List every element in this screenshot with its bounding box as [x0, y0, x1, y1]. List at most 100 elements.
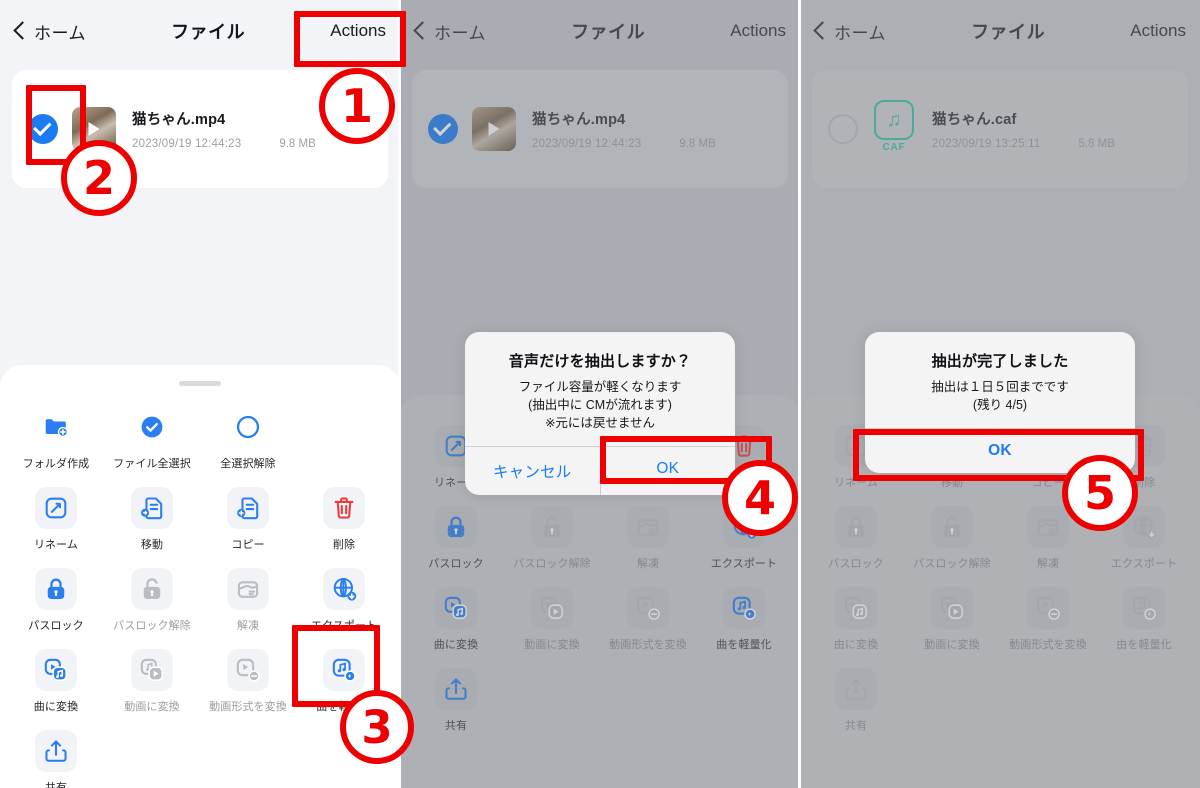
file-row-panel3[interactable]: ♫ CAF 猫ちゃん.caf 2023/09/19 13:25:11 5.8 M…: [812, 70, 1188, 188]
dialog-title-panel2: 音声だけを抽出しますか？: [508, 353, 692, 370]
file-meta-panel2: 猫ちゃん.mp4 2023/09/19 12:44:23 9.8 MB: [532, 108, 772, 150]
music-note-icon: ♫: [886, 109, 902, 131]
action-folder-add-panel1[interactable]: フォルダ作成: [8, 400, 104, 475]
page-title-panel2: ファイル: [571, 22, 646, 42]
action-label: エクスポート: [1110, 558, 1178, 570]
action-label: 解凍: [1036, 558, 1060, 570]
action-label: リネーム: [33, 539, 79, 551]
action-convert-to-audio-panel2[interactable]: 曲に変換: [408, 581, 504, 656]
grid-spacer: [296, 400, 392, 475]
action-label: エクスポート: [710, 558, 778, 570]
annotation-marker-1: 1: [319, 68, 395, 144]
back-button-panel2[interactable]: ホーム: [414, 19, 486, 44]
share-icon: [435, 668, 477, 710]
play-icon: [488, 122, 500, 136]
file-checkbox-panel3[interactable]: [828, 114, 858, 144]
back-label: ホーム: [834, 23, 886, 43]
action-lock-panel2[interactable]: パスロック: [408, 500, 504, 575]
action-label: 全選択解除: [220, 458, 276, 470]
convert-video-format-icon: [227, 649, 269, 691]
action-label: 共有: [44, 782, 68, 788]
file-date-panel3: 2023/09/19 13:25:11: [932, 138, 1041, 150]
page-title-panel1: ファイル: [171, 22, 246, 42]
file-name-panel3: 猫ちゃん.caf: [932, 112, 1017, 128]
file-checkbox-panel2[interactable]: [428, 114, 458, 144]
action-trash-panel1[interactable]: 削除: [296, 481, 392, 556]
back-button-panel1[interactable]: ホーム: [14, 19, 86, 44]
action-label: 由を軽量化: [1116, 639, 1172, 651]
share-icon: [35, 730, 77, 772]
dialog-line2-panel2: (抽出中に CMが流れます): [528, 398, 672, 413]
action-label: 曲に変換: [433, 639, 479, 651]
action-convert-video-format-panel2: 動画形式を変換: [600, 581, 696, 656]
file-date-panel1: 2023/09/19 12:44:23: [132, 138, 242, 150]
action-convert-to-video-panel2: 動画に変換: [504, 581, 600, 656]
copy-file-icon: [227, 487, 269, 529]
annotation-marker-5: 5: [1062, 455, 1138, 531]
action-compress-audio-panel3: 由を軽量化: [1096, 581, 1192, 656]
compress-audio-icon: [723, 587, 765, 629]
action-convert-video-format-panel3: 動画形式を変換: [1000, 581, 1096, 656]
action-move-file-panel1[interactable]: 移動: [104, 481, 200, 556]
action-label: パスロック解除: [513, 558, 591, 570]
dialog-cancel-button-panel2[interactable]: キャンセル: [465, 447, 600, 495]
action-check-circle-panel1[interactable]: ファイル全選択: [104, 400, 200, 475]
action-label: 共有: [444, 720, 468, 732]
action-label: パスロック: [428, 558, 484, 570]
chevron-left-icon: [814, 20, 827, 42]
action-rename-panel1[interactable]: リネーム: [8, 481, 104, 556]
file-meta-panel3: 猫ちゃん.caf 2023/09/19 13:25:11 5.8 MB: [932, 108, 1172, 150]
unlock-icon: [931, 506, 973, 548]
action-label: 動画に変換: [524, 639, 580, 651]
action-label: パスロック: [28, 620, 84, 632]
video-thumbnail-icon: [472, 107, 516, 151]
chevron-left-icon: [414, 20, 427, 42]
action-label: 動画形式を変換: [1009, 639, 1087, 651]
navigation-bar-panel3: ホーム ファイル Actions: [800, 0, 1200, 62]
action-compress-audio-panel2[interactable]: 曲を軽量化: [696, 581, 792, 656]
action-share-panel2[interactable]: 共有: [408, 662, 504, 737]
action-unlock-panel2: パスロック解除: [504, 500, 600, 575]
action-share-panel1[interactable]: 共有: [8, 724, 104, 788]
file-row-panel2[interactable]: 猫ちゃん.mp4 2023/09/19 12:44:23 9.8 MB: [412, 70, 788, 188]
action-label: パスロック解除: [113, 620, 191, 632]
action-label: 動画形式を変換: [609, 639, 687, 651]
caf-icon-label: CAF: [882, 142, 906, 153]
action-label: 動画に変換: [124, 701, 180, 713]
dialog-line3-panel2: ※元には戻せません: [544, 416, 656, 431]
action-label: 由に変換: [833, 639, 879, 651]
action-lock-panel1[interactable]: パスロック: [8, 562, 104, 637]
file-size-panel2: 9.8 MB: [679, 138, 716, 150]
action-circle-outline-panel1[interactable]: 全選択解除: [200, 400, 296, 475]
actions-button-panel2[interactable]: Actions: [730, 21, 786, 41]
action-copy-file-panel1[interactable]: コピー: [200, 481, 296, 556]
file-name-panel2: 猫ちゃん.mp4: [532, 112, 626, 128]
back-button-panel3[interactable]: ホーム: [814, 19, 886, 44]
action-label: コピー: [231, 539, 265, 551]
annotation-box-1: [294, 11, 406, 67]
action-label: パスロック: [828, 558, 884, 570]
lock-icon: [435, 506, 477, 548]
action-label: 解凍: [636, 558, 660, 570]
action-label: 動画形式を変換: [209, 701, 287, 713]
compress-audio-icon: [1123, 587, 1165, 629]
navigation-bar-panel2: ホーム ファイル Actions: [400, 0, 800, 62]
phone-panel-2: ホーム ファイル Actions 猫ちゃん.mp4 2023/09/19 12:…: [400, 0, 800, 788]
action-unzip-panel1: 解凍: [200, 562, 296, 637]
convert-to-video-icon: [531, 587, 573, 629]
screenshot-stage: ホーム ファイル Actions 猫ちゃん.mp4 2023/09/19 12:…: [0, 0, 1200, 788]
action-share-panel3: 共有: [808, 662, 904, 737]
annotation-marker-4: 4: [722, 460, 798, 536]
phone-panel-3: ホーム ファイル Actions ♫ CAF 猫ちゃん.caf 2023/09/…: [800, 0, 1200, 788]
convert-to-audio-icon: [35, 649, 77, 691]
back-label: ホーム: [34, 23, 86, 43]
convert-to-audio-icon: [835, 587, 877, 629]
actions-button-panel3[interactable]: Actions: [1130, 21, 1186, 41]
chevron-left-icon: [14, 20, 27, 42]
panel-divider-2: [798, 0, 801, 788]
lock-icon: [835, 506, 877, 548]
lock-icon: [35, 568, 77, 610]
play-icon: [88, 122, 100, 136]
file-size-panel1: 9.8 MB: [279, 138, 316, 150]
action-convert-to-audio-panel1[interactable]: 曲に変換: [8, 643, 104, 718]
